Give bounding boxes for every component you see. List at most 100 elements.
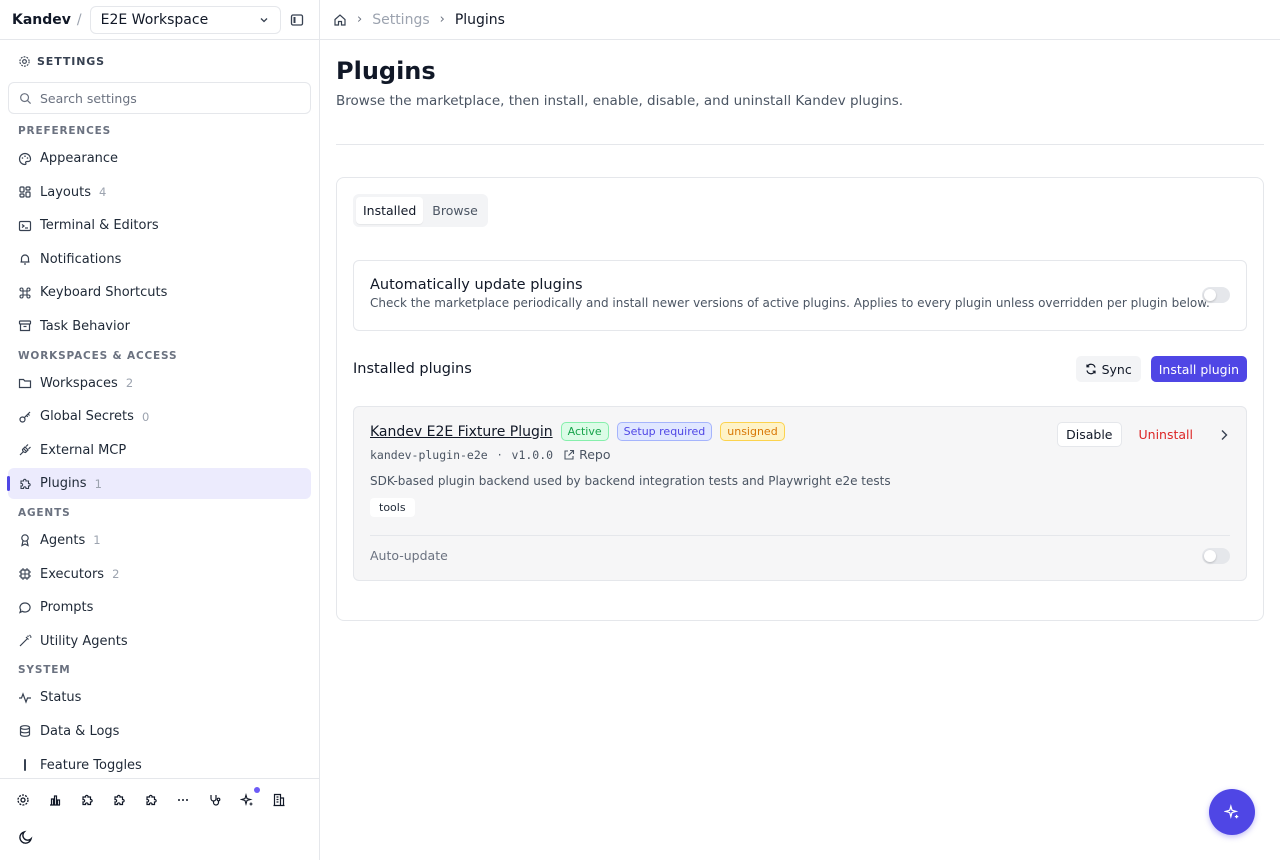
status-badge-unsigned: unsigned	[720, 422, 785, 441]
sidebar-item-count: 2	[112, 567, 120, 582]
sidebar-item-keyboard-shortcuts[interactable]: Keyboard Shortcuts	[8, 277, 311, 308]
sidebar-item-count: 0	[141, 409, 150, 424]
sidebar-item-label: Feature Toggles	[40, 757, 142, 773]
search-placeholder: Search settings	[40, 90, 137, 106]
plugin-name-link[interactable]: Kandev E2E Fixture Plugin	[370, 424, 553, 440]
sparkles-icon	[240, 793, 253, 807]
stethoscope-icon	[210, 795, 221, 806]
bell-icon	[20, 254, 30, 265]
sidebar-item-external-mcp[interactable]: External MCP	[8, 435, 311, 466]
ai-assistant-button[interactable]	[238, 787, 260, 809]
search-settings-input[interactable]: Search settings	[8, 82, 311, 114]
sidebar-item-label: Appearance	[40, 151, 119, 166]
building-icon	[273, 793, 285, 807]
bot-icon	[21, 534, 29, 548]
sidebar-item-label: Plugins	[40, 476, 87, 492]
disable-button[interactable]: Disable	[1057, 422, 1122, 447]
sidebar-item-label: Global Secrets	[40, 409, 134, 425]
sync-button[interactable]: Sync	[1075, 356, 1141, 382]
building-button[interactable]	[270, 791, 288, 809]
sparkles-icon	[1224, 804, 1239, 819]
brand-name[interactable]: Kandev	[12, 12, 71, 28]
sidebar-item-terminal-editors[interactable]: Terminal & Editors	[8, 210, 311, 241]
footer-toolbar	[0, 779, 319, 821]
chevron-right-icon[interactable]	[1216, 427, 1232, 443]
sidebar-item-count: 1	[93, 533, 101, 548]
sidebar-item-data-logs[interactable]: Data & Logs	[8, 716, 311, 747]
plugin-version: v1.0.0	[511, 447, 554, 462]
breadcrumb-settings-link[interactable]: Settings	[372, 12, 429, 28]
meta-separator: ·	[497, 447, 502, 462]
settings-shortcut-button[interactable]	[14, 791, 32, 809]
activity-icon	[19, 692, 31, 704]
stats-button[interactable]	[46, 791, 64, 809]
toggle-sidebar-button[interactable]	[287, 10, 307, 30]
brand-separator: /	[76, 11, 82, 28]
plugin-slot-1-button[interactable]	[78, 791, 96, 809]
uninstall-button[interactable]: Uninstall	[1132, 422, 1201, 447]
ai-chat-fab-button[interactable]	[1209, 789, 1255, 835]
sidebar-item-layouts[interactable]: Layouts 4	[8, 177, 311, 208]
plugin-slot-2-button[interactable]	[110, 791, 128, 809]
database-icon	[19, 725, 31, 738]
sidebar-item-workspaces[interactable]: Workspaces 2	[8, 368, 311, 399]
plugin-tabs: Installed Browse	[353, 194, 488, 227]
gear-icon	[17, 794, 29, 806]
sidebar-item-global-secrets[interactable]: Global Secrets 0	[8, 401, 311, 432]
more-button[interactable]	[174, 791, 192, 809]
workspace-select[interactable]: E2E Workspace	[89, 5, 282, 34]
moon-icon[interactable]	[18, 829, 34, 845]
sidebar-item-status[interactable]: Status	[8, 682, 311, 713]
plugins-card: Installed Browse Automatically update pl…	[336, 177, 1264, 621]
sidebar-item-feature-toggles[interactable]: Feature Toggles	[8, 750, 311, 779]
search-icon	[20, 92, 32, 104]
bar-chart-icon	[50, 795, 61, 806]
chevron-down-icon	[260, 17, 268, 22]
sidebar-item-label: Status	[40, 690, 82, 706]
wand-icon	[19, 634, 32, 647]
installed-plugins-title: Installed plugins	[353, 361, 472, 377]
sidebar-item-plugins[interactable]: Plugins 1	[7, 468, 311, 500]
sidebar-item-notifications[interactable]: Notifications	[8, 244, 311, 275]
settings-heading-label: SETTINGS	[37, 54, 105, 68]
repo-link-label: Repo	[579, 447, 611, 462]
status-badge-setup: Setup required	[616, 422, 713, 441]
sidebar-item-utility-agents[interactable]: Utility Agents	[8, 626, 311, 657]
plugin-description: SDK-based plugin backend used by backend…	[370, 474, 891, 488]
sidebar-item-label: Prompts	[40, 600, 94, 616]
sidebar-item-label: Workspaces	[40, 375, 118, 391]
plugin-auto-update-label: Auto-update	[370, 548, 448, 563]
tab-installed[interactable]: Installed	[356, 197, 424, 224]
auto-update-toggle[interactable]	[1202, 287, 1230, 303]
sidebar-item-task-behavior[interactable]: Task Behavior	[8, 311, 311, 342]
plugin-package: kandev-plugin-e2e	[370, 447, 488, 462]
page-subtitle: Browse the marketplace, then install, en…	[336, 93, 904, 109]
tab-browse[interactable]: Browse	[425, 197, 485, 224]
section-preferences: PREFERENCES	[18, 125, 112, 137]
breadcrumb: › Settings › Plugins	[320, 0, 1280, 40]
sidebar-item-appearance[interactable]: Appearance	[8, 143, 311, 174]
plugin-slot-3-button[interactable]	[142, 791, 160, 809]
sidebar-item-prompts[interactable]: Prompts	[8, 592, 311, 623]
archive-icon	[18, 320, 32, 332]
sidebar-item-label: Notifications	[40, 251, 122, 267]
settings-nav: PREFERENCES Appearance Layouts 4 Termina…	[0, 120, 319, 778]
home-icon[interactable]	[333, 13, 347, 27]
layout-icon	[19, 186, 31, 198]
refresh-icon	[1085, 363, 1096, 375]
workspace-select-value: E2E Workspace	[100, 11, 209, 28]
plugin-auto-update-toggle[interactable]	[1202, 548, 1230, 564]
plugin-card: Kandev E2E Fixture Plugin Active Setup r…	[353, 406, 1247, 581]
puzzle-icon	[146, 794, 157, 806]
auto-update-setting: Automatically update plugins Check the m…	[353, 260, 1247, 331]
health-button[interactable]	[206, 791, 224, 809]
install-plugin-button[interactable]: Install plugin	[1150, 356, 1247, 382]
external-link-icon	[564, 449, 575, 460]
plug-icon	[19, 444, 31, 456]
terminal-icon	[18, 220, 32, 231]
sidebar-item-agents[interactable]: Agents 1	[8, 525, 311, 556]
sidebar-item-executors[interactable]: Executors 2	[8, 559, 311, 590]
auto-update-title: Automatically update plugins	[370, 277, 583, 293]
command-icon	[19, 287, 31, 299]
repo-link[interactable]: Repo	[563, 447, 610, 462]
